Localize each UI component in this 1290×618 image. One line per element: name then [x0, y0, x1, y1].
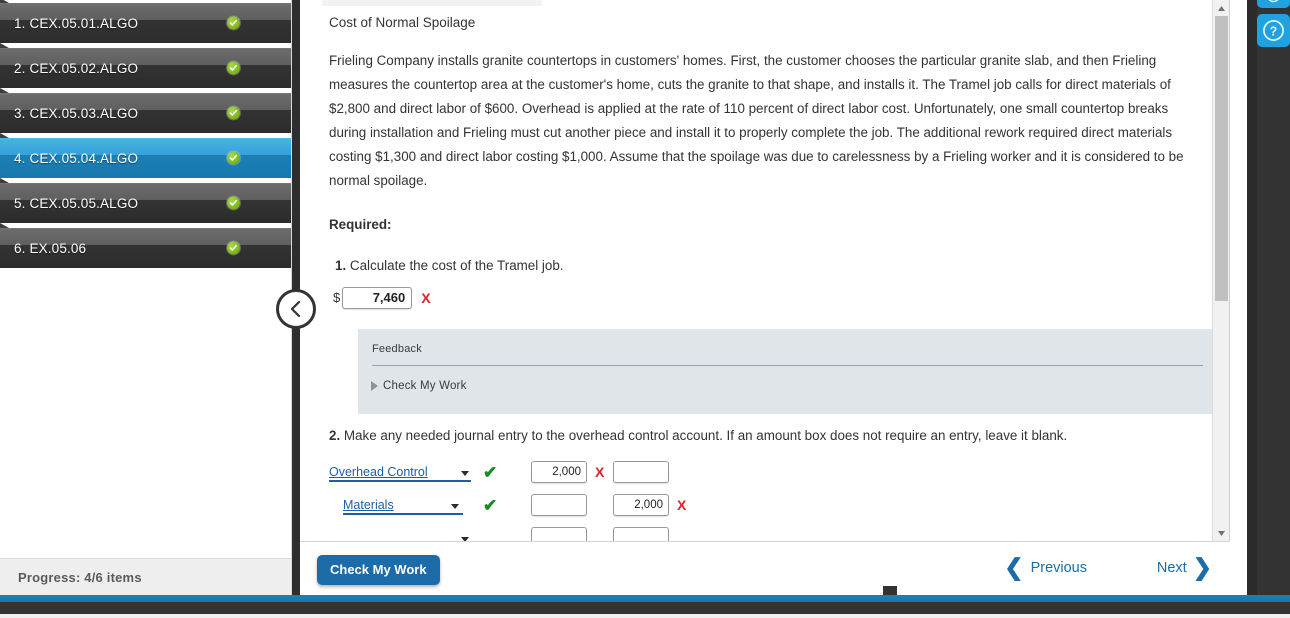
- account-cell: Materials: [329, 495, 479, 515]
- question-title: Cost of Normal Spoilage: [329, 15, 476, 30]
- journal-entry-row: Materials ✔ X: [329, 492, 1213, 519]
- next-label: Next: [1156, 559, 1187, 576]
- step-2-text: Make any needed journal entry to the ove…: [343, 427, 1068, 443]
- account-select-3[interactable]: [329, 528, 471, 541]
- exercise-page: 1. CEX.05.01.ALGO 2. CEX.05.02.ALGO 3. C…: [0, 0, 1290, 618]
- step-1-text: Calculate the cost of the Tramel job.: [349, 257, 564, 273]
- step-2-section: 2. Make any needed journal entry to the …: [300, 414, 1213, 541]
- account-select-2[interactable]: Materials: [343, 495, 463, 515]
- right-rail: ?: [1247, 0, 1290, 596]
- debit-1-incorrect-mark-icon: X: [595, 464, 605, 481]
- feedback-title: Feedback: [372, 342, 422, 355]
- progress-label: Progress: 4/6 items: [18, 570, 142, 585]
- chevron-down-icon: [461, 470, 469, 476]
- question-scroll-area: Cost of Normal Spoilage Frieling Company…: [300, 0, 1213, 541]
- journal-entry-row: [329, 525, 1213, 541]
- credit-input-2[interactable]: [613, 494, 669, 517]
- sidebar-item-label: 4. CEX.05.04.ALGO: [14, 150, 139, 166]
- check-circle-green-icon: [227, 196, 240, 210]
- account-cell: Overhead Control: [329, 462, 479, 482]
- partial-icon: [1268, 0, 1279, 2]
- chevron-left-icon: ❮: [1004, 554, 1024, 580]
- chevron-left-icon: [288, 300, 304, 318]
- step-1-answer-input[interactable]: [342, 286, 413, 309]
- sidebar-item-label: 1. CEX.05.01.ALGO: [14, 15, 139, 31]
- scrollbar-down-arrow[interactable]: [1213, 525, 1229, 541]
- check-circle-green-icon: [227, 106, 240, 120]
- debit-input-1[interactable]: [531, 461, 587, 484]
- account-select-2-value: Materials: [343, 497, 394, 512]
- sidebar-item-1[interactable]: 1. CEX.05.01.ALGO: [0, 0, 291, 43]
- account-2-correct-mark-icon: ✔: [483, 495, 498, 515]
- step-1-answer-row: $ X: [329, 286, 1185, 309]
- sidebar-item-label: 3. CEX.05.03.ALGO: [14, 105, 139, 121]
- assignment-sidebar: 1. CEX.05.01.ALGO 2. CEX.05.02.ALGO 3. C…: [0, 0, 292, 596]
- help-button[interactable]: ?: [1257, 14, 1290, 47]
- page-bottom-edge: [0, 614, 1290, 618]
- sidebar-item-4[interactable]: 4. CEX.05.04.ALGO: [0, 133, 291, 178]
- currency-symbol: $: [333, 290, 341, 306]
- check-my-work-expander-label: Check My Work: [383, 379, 467, 392]
- progress-bar: Progress: 4/6 items: [0, 558, 291, 596]
- check-my-work-expander[interactable]: Check My Work: [358, 366, 1213, 392]
- question-mark-circle-icon: ?: [1262, 19, 1285, 42]
- journal-entry-table: Overhead Control ✔ X: [329, 459, 1213, 541]
- feedback-panel: Feedback Check My Work: [358, 328, 1213, 414]
- step-2-prompt: 2. Make any needed journal entry to the …: [329, 428, 1213, 443]
- question-body: Cost of Normal Spoilage Frieling Company…: [300, 6, 1213, 309]
- debit-input-3[interactable]: [531, 527, 587, 541]
- sidebar-collapse-button[interactable]: [276, 289, 316, 329]
- rail-top-button[interactable]: [1257, 0, 1290, 8]
- question-panel: Cost of Normal Spoilage Frieling Company…: [300, 0, 1230, 596]
- sidebar-item-2[interactable]: 2. CEX.05.02.ALGO: [0, 43, 291, 88]
- step-1-number: 1.: [335, 257, 347, 273]
- scrollbar-up-arrow[interactable]: [1213, 0, 1229, 16]
- chevron-down-icon: [451, 503, 459, 509]
- account-select-1-value: Overhead Control: [329, 464, 428, 479]
- bottom-dark-strip: [0, 602, 1290, 614]
- account-1-correct-mark-icon: ✔: [483, 462, 498, 482]
- check-circle-green-icon: [227, 16, 240, 30]
- previous-button[interactable]: ❮ Previous: [1004, 556, 1087, 579]
- account-cell: [329, 528, 479, 541]
- sidebar-item-3[interactable]: 3. CEX.05.03.ALGO: [0, 88, 291, 133]
- rail-gutter: [1247, 0, 1257, 596]
- step-1-prompt: 1. Calculate the cost of the Tramel job.: [329, 258, 1185, 273]
- step-2-number: 2.: [329, 427, 341, 443]
- sidebar-item-5[interactable]: 5. CEX.05.05.ALGO: [0, 178, 291, 223]
- bottom-blue-strip: [0, 595, 1290, 602]
- journal-entry-row: Overhead Control ✔ X: [329, 459, 1213, 486]
- question-paragraph: Frieling Company installs granite counte…: [329, 52, 1184, 188]
- next-button[interactable]: Next ❯: [1157, 556, 1212, 579]
- chevron-right-icon: ❯: [1192, 554, 1212, 580]
- credit-input-1[interactable]: [613, 461, 669, 484]
- step-1-incorrect-mark-icon: X: [421, 289, 431, 306]
- sidebar-item-6[interactable]: 6. EX.05.06: [0, 223, 291, 268]
- assignment-item-list: 1. CEX.05.01.ALGO 2. CEX.05.02.ALGO 3. C…: [0, 0, 291, 273]
- triangle-right-icon: [371, 380, 378, 391]
- credit-2-incorrect-mark-icon: X: [677, 497, 687, 514]
- scrollbar-thumb[interactable]: [1215, 16, 1228, 301]
- check-my-work-button[interactable]: Check My Work: [317, 555, 440, 585]
- required-label: Required:: [329, 216, 392, 232]
- debit-input-2[interactable]: [531, 494, 587, 517]
- bottom-notch: [883, 586, 897, 595]
- check-circle-green-icon: [227, 61, 240, 75]
- sidebar-item-label: 6. EX.05.06: [14, 240, 87, 256]
- check-circle-green-icon: [227, 241, 240, 255]
- previous-label: Previous: [1030, 559, 1087, 576]
- svg-text:?: ?: [1270, 24, 1278, 38]
- account-select-1[interactable]: Overhead Control: [329, 462, 471, 482]
- check-circle-green-icon: [227, 151, 240, 165]
- sidebar-item-label: 5. CEX.05.05.ALGO: [14, 195, 139, 211]
- question-bottom-bar: Check My Work ❮ Previous Next ❯: [300, 541, 1230, 596]
- credit-input-3[interactable]: [613, 527, 669, 541]
- content-scrollbar[interactable]: [1212, 0, 1229, 541]
- sidebar-item-label: 2. CEX.05.02.ALGO: [14, 60, 139, 76]
